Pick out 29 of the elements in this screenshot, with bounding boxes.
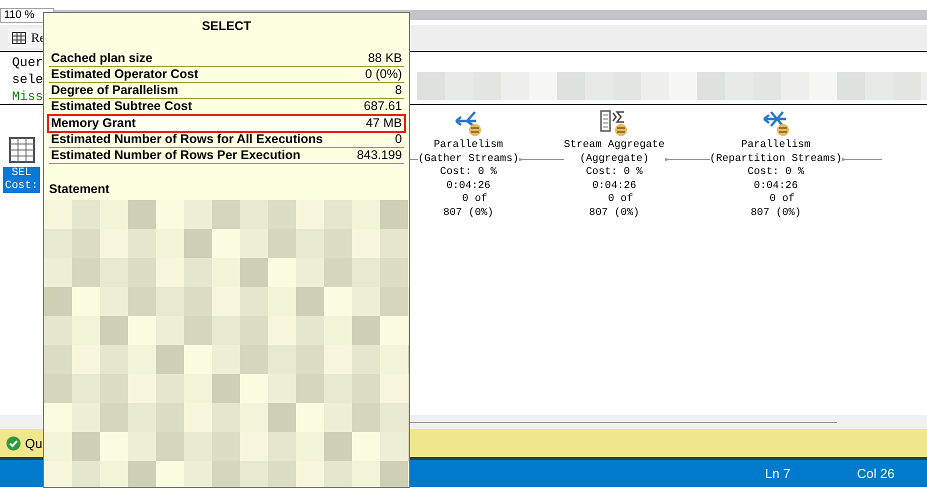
parallelism-icon (760, 109, 791, 137)
property-value: 687.61 (364, 99, 402, 114)
grid-icon (12, 32, 26, 44)
property-name: Estimated Subtree Cost (51, 99, 192, 114)
select-node-label[interactable]: SEL Cost: (2, 167, 40, 193)
property-name: Estimated Number of Rows for All Executions (51, 132, 323, 147)
property-value: 0 (395, 132, 402, 147)
property-name: Estimated Operator Cost (51, 67, 198, 82)
tooltip-title: SELECT (200, 19, 252, 33)
check-icon (6, 436, 21, 450)
property-value: 8 (395, 83, 402, 98)
query-status: Qu (25, 436, 42, 450)
property-name: Estimated Number of Rows Per Execution (51, 148, 300, 163)
property-name: Cached plan size (51, 51, 152, 66)
plan-node[interactable]: Parallelism (Repartition Streams) Cost: 0 % 0:04:26 0 of 807 (0%) (710, 109, 842, 220)
property-name: Memory Grant (51, 116, 136, 131)
property-value: 0 (0%) (365, 67, 402, 82)
property-value: 843.199 (356, 148, 402, 163)
aggregate-icon (599, 109, 630, 137)
table-icon (8, 137, 34, 163)
plan-node[interactable]: Stream Aggregate (Aggregate) Cost: 0 % 0:04:26 0 of 807 (0%) (564, 109, 665, 220)
property-value: 47 MB (366, 116, 402, 131)
line-number: Ln 7 (765, 466, 792, 481)
column-number: Col 26 (857, 466, 896, 481)
property-name: Degree of Parallelism (51, 83, 178, 98)
property-value: 88 KB (368, 51, 402, 66)
statement-label: Statement (49, 182, 110, 196)
plan-node[interactable]: Parallelism (Gather Streams) Cost: 0 % 0:04:26 0 of 807 (0%) (418, 109, 519, 220)
parallelism-icon (453, 109, 484, 137)
